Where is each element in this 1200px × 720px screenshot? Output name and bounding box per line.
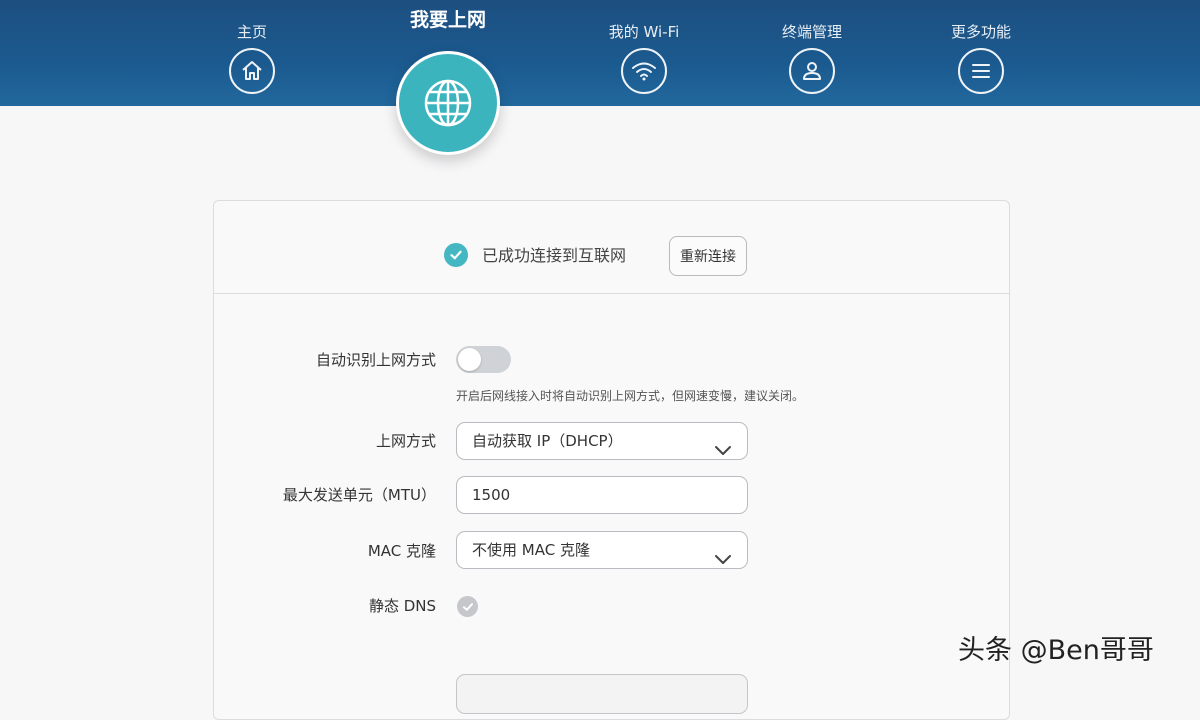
- chevron-down-icon: [714, 434, 732, 470]
- static-dns-checkbox[interactable]: [457, 596, 478, 617]
- nav-internet-active[interactable]: 我要上网: [383, 0, 513, 155]
- mac-clone-select[interactable]: 不使用 MAC 克隆: [456, 531, 748, 569]
- user-icon: [789, 48, 835, 94]
- internet-settings-card: 已成功连接到互联网 重新连接 自动识别上网方式 开启后网线接入时将自动识别上网方…: [213, 200, 1010, 720]
- auto-detect-toggle[interactable]: [456, 346, 511, 373]
- nav-devices[interactable]: 终端管理: [747, 0, 877, 94]
- nav-home-label: 主页: [236, 23, 267, 41]
- watermark: 头条 @Ben哥哥: [958, 635, 1154, 666]
- menu-icon: [958, 48, 1004, 94]
- connection-status-section: 已成功连接到互联网 重新连接: [214, 201, 1009, 294]
- nav-more[interactable]: 更多功能: [916, 0, 1046, 94]
- auto-detect-label: 自动识别上网方式: [315, 351, 436, 369]
- nav-more-label: 更多功能: [950, 23, 1011, 41]
- additional-field[interactable]: [456, 674, 748, 714]
- method-select-value: 自动获取 IP（DHCP）: [472, 432, 623, 450]
- top-navigation-bar: 主页 我的 Wi-Fi 终端管理 更多功能 我要上网: [0, 0, 1200, 155]
- nav-internet-label: 我要上网: [409, 9, 486, 31]
- wifi-icon: [621, 48, 667, 94]
- nav-wifi-label: 我的 Wi-Fi: [608, 23, 680, 41]
- mac-clone-select-value: 不使用 MAC 克隆: [472, 541, 590, 559]
- globe-icon: [396, 51, 500, 155]
- mtu-input-value: 1500: [472, 486, 511, 504]
- reconnect-button[interactable]: 重新连接: [669, 236, 747, 276]
- nav-devices-label: 终端管理: [781, 23, 842, 41]
- chevron-down-icon: [714, 543, 732, 579]
- nav-home[interactable]: 主页: [187, 0, 317, 94]
- connection-status-text: 已成功连接到互联网: [482, 246, 627, 265]
- method-label: 上网方式: [375, 432, 436, 450]
- check-icon: [444, 243, 468, 267]
- static-dns-label: 静态 DNS: [368, 597, 436, 615]
- home-icon: [229, 48, 275, 94]
- mtu-input[interactable]: 1500: [456, 476, 748, 514]
- method-select[interactable]: 自动获取 IP（DHCP）: [456, 422, 748, 460]
- mac-clone-label: MAC 克隆: [367, 542, 436, 560]
- mtu-label: 最大发送单元（MTU）: [282, 486, 436, 504]
- toggle-knob: [458, 348, 481, 371]
- nav-wifi[interactable]: 我的 Wi-Fi: [579, 0, 709, 94]
- auto-detect-hint: 开启后网线接入时将自动识别上网方式，但网速变慢，建议关闭。: [456, 389, 805, 403]
